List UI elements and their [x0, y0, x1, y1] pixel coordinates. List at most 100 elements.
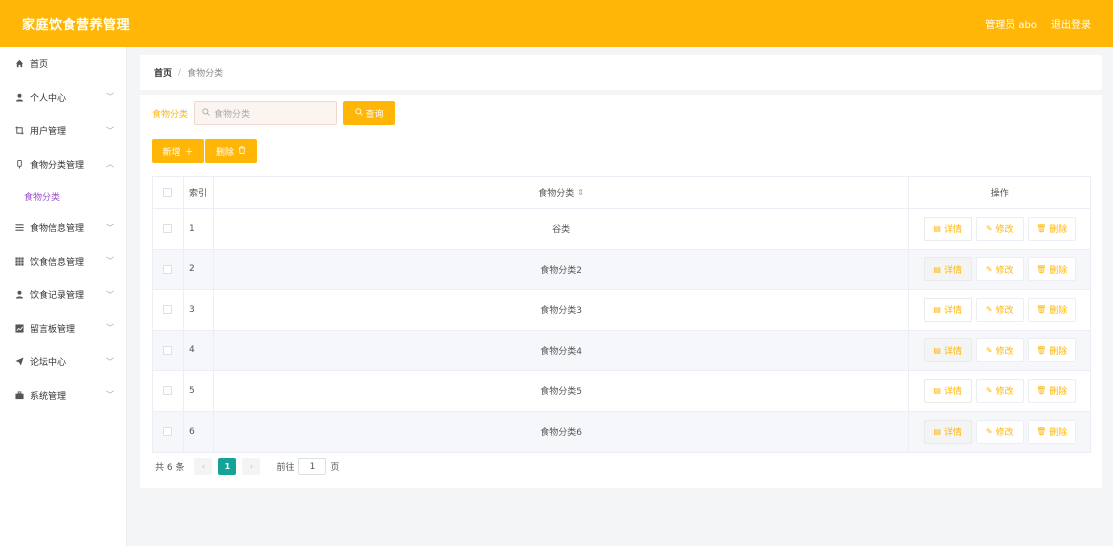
sidebar-item-users[interactable]: 用户管理 ﹀	[0, 114, 126, 148]
detail-button[interactable]: ▤ 详情	[923, 216, 972, 241]
sidebar-item-food-info-mgmt[interactable]: 食物信息管理 ﹀	[0, 211, 126, 245]
sidebar-item-diet-info-mgmt[interactable]: 饮食信息管理 ﹀	[0, 245, 126, 279]
add-button[interactable]: 新增 ＋	[152, 139, 204, 163]
document-icon: ▤	[933, 345, 941, 355]
edit-button[interactable]: ✎ 修改	[975, 216, 1024, 241]
edit-button[interactable]: ✎ 修改	[975, 419, 1024, 444]
delete-button[interactable]: 🗑 删除	[1027, 216, 1076, 241]
search-row: 食物分类 食物分类 查询	[152, 101, 396, 125]
row-checkbox[interactable]	[163, 386, 173, 396]
total-count: 共 6 条	[155, 463, 185, 473]
query-button[interactable]: 查询	[343, 101, 396, 125]
trash-icon	[238, 145, 246, 157]
header-ops: 操作	[990, 189, 1009, 199]
table-body: 1 谷类 ▤ 详情 ✎ 修改 🗑 删除 2 食物分类2 ▤ 详情 ✎ 修改 🗑 删除 3 食物分类3 ▤ 详情 ✎ 修改 🗑…	[153, 209, 1090, 452]
sidebar-item-personal[interactable]: 个人中心 ﹀	[0, 81, 126, 115]
trash-icon: 🗑	[1036, 224, 1047, 234]
detail-button[interactable]: ▤ 详情	[923, 378, 972, 403]
row-index: 5	[184, 371, 214, 411]
delete-label: 删除	[1049, 428, 1068, 439]
sidebar: 首页 个人中心 ﹀ 用户管理 ﹀ 食物分类管理 ︿ 食物分类 食物信息管理 ﹀ …	[0, 47, 127, 546]
edit-button[interactable]: ✎ 修改	[975, 257, 1024, 282]
edit-icon: ✎	[985, 224, 993, 234]
chevron-up-icon: ︿	[106, 159, 114, 169]
select-all-checkbox[interactable]	[163, 188, 173, 197]
chevron-down-icon: ﹀	[106, 223, 114, 233]
bottle-icon	[15, 159, 24, 169]
document-icon: ▤	[933, 386, 941, 396]
row-ops: ▤ 详情 ✎ 修改 🗑 删除	[909, 412, 1090, 453]
breadcrumb-home[interactable]: 首页	[154, 66, 172, 79]
document-icon: ▤	[933, 264, 941, 274]
delete-button[interactable]: 🗑 删除	[1027, 297, 1076, 322]
row-checkbox[interactable]	[163, 264, 173, 274]
header-right: 管理员 abo 退出登录	[985, 16, 1091, 31]
trash-icon: 🗑	[1036, 427, 1047, 437]
list-icon	[15, 223, 24, 232]
edit-label: 修改	[995, 225, 1014, 236]
sidebar-item-label: 饮食信息管理	[30, 257, 85, 268]
sidebar-item-food-category-mgmt[interactable]: 食物分类管理 ︿	[0, 148, 126, 182]
edit-icon: ✎	[985, 264, 993, 274]
detail-button[interactable]: ▤ 详情	[923, 297, 972, 322]
sidebar-item-label: 个人中心	[30, 93, 67, 104]
logout-link[interactable]: 退出登录	[1051, 16, 1091, 31]
delete-button[interactable]: 🗑 删除	[1027, 338, 1076, 363]
row-check-cell	[153, 371, 184, 411]
delete-button[interactable]: 🗑 删除	[1027, 257, 1076, 282]
sidebar-item-label: 用户管理	[30, 127, 67, 138]
delete-button[interactable]: 🗑 删除	[1027, 378, 1076, 403]
action-row: 新增 ＋ 删除	[152, 139, 257, 163]
search-icon	[202, 107, 210, 119]
row-index: 4	[184, 330, 214, 370]
edit-button[interactable]: ✎ 修改	[975, 338, 1024, 363]
detail-button[interactable]: ▤ 详情	[923, 419, 972, 444]
edit-icon: ✎	[985, 345, 993, 355]
header-name[interactable]: 食物分类 ⇕	[214, 177, 910, 208]
sidebar-item-label: 首页	[30, 60, 49, 71]
briefcase-icon	[15, 391, 24, 400]
edit-button[interactable]: ✎ 修改	[975, 297, 1024, 322]
next-page-button[interactable]: ›	[242, 458, 261, 475]
sidebar-subitem-food-category[interactable]: 食物分类	[0, 181, 126, 211]
row-checkbox[interactable]	[163, 305, 173, 315]
sidebar-item-forum[interactable]: 论坛中心 ﹀	[0, 345, 126, 379]
row-checkbox[interactable]	[163, 345, 173, 355]
detail-label: 详情	[943, 346, 962, 357]
sidebar-item-home[interactable]: 首页	[0, 47, 126, 81]
detail-button[interactable]: ▤ 详情	[923, 338, 972, 363]
edit-icon: ✎	[985, 427, 993, 437]
row-check-cell	[153, 249, 184, 289]
row-check-cell	[153, 290, 184, 330]
edit-button[interactable]: ✎ 修改	[975, 378, 1024, 403]
row-ops: ▤ 详情 ✎ 修改 🗑 删除	[909, 290, 1090, 330]
row-index: 6	[184, 411, 214, 452]
sidebar-item-system-mgmt[interactable]: 系统管理 ﹀	[0, 379, 126, 413]
goto-page-input[interactable]: 1	[298, 458, 327, 475]
row-checkbox[interactable]	[163, 427, 173, 437]
batch-delete-button[interactable]: 删除	[205, 139, 257, 163]
food-category-table: 索引 食物分类 ⇕ 操作 1 谷类 ▤ 详情 ✎ 修改 🗑 删除 2 食物分类2 ▤ 详情 ✎ 修改 🗑 删除…	[152, 176, 1091, 453]
delete-button[interactable]: 🗑 删除	[1027, 419, 1076, 444]
row-checkbox[interactable]	[163, 224, 173, 234]
admin-user-label[interactable]: 管理员 abo	[985, 16, 1037, 31]
edit-label: 修改	[995, 265, 1014, 276]
search-placeholder: 食物分类	[214, 109, 251, 120]
table-row: 4 食物分类4 ▤ 详情 ✎ 修改 🗑 删除	[153, 330, 1090, 371]
detail-label: 详情	[943, 265, 962, 276]
edit-label: 修改	[995, 346, 1014, 357]
detail-label: 详情	[943, 225, 962, 236]
detail-button[interactable]: ▤ 详情	[923, 257, 972, 282]
row-name: 食物分类4	[214, 330, 910, 370]
edit-icon: ✎	[985, 386, 993, 396]
page-button-1[interactable]: 1	[218, 458, 237, 475]
sidebar-item-label: 系统管理	[30, 391, 67, 402]
sidebar-item-diet-record-mgmt[interactable]: 饮食记录管理 ﹀	[0, 278, 126, 312]
search-input[interactable]: 食物分类	[194, 101, 338, 125]
sidebar-item-message-board-mgmt[interactable]: 留言板管理 ﹀	[0, 312, 126, 346]
home-icon	[15, 59, 24, 68]
prev-page-button[interactable]: ‹	[194, 458, 213, 475]
sort-icon[interactable]: ⇕	[577, 188, 584, 197]
pagination: 共 6 条 ‹ 1 › 前往 1 页	[155, 458, 339, 475]
edit-label: 修改	[995, 306, 1014, 317]
